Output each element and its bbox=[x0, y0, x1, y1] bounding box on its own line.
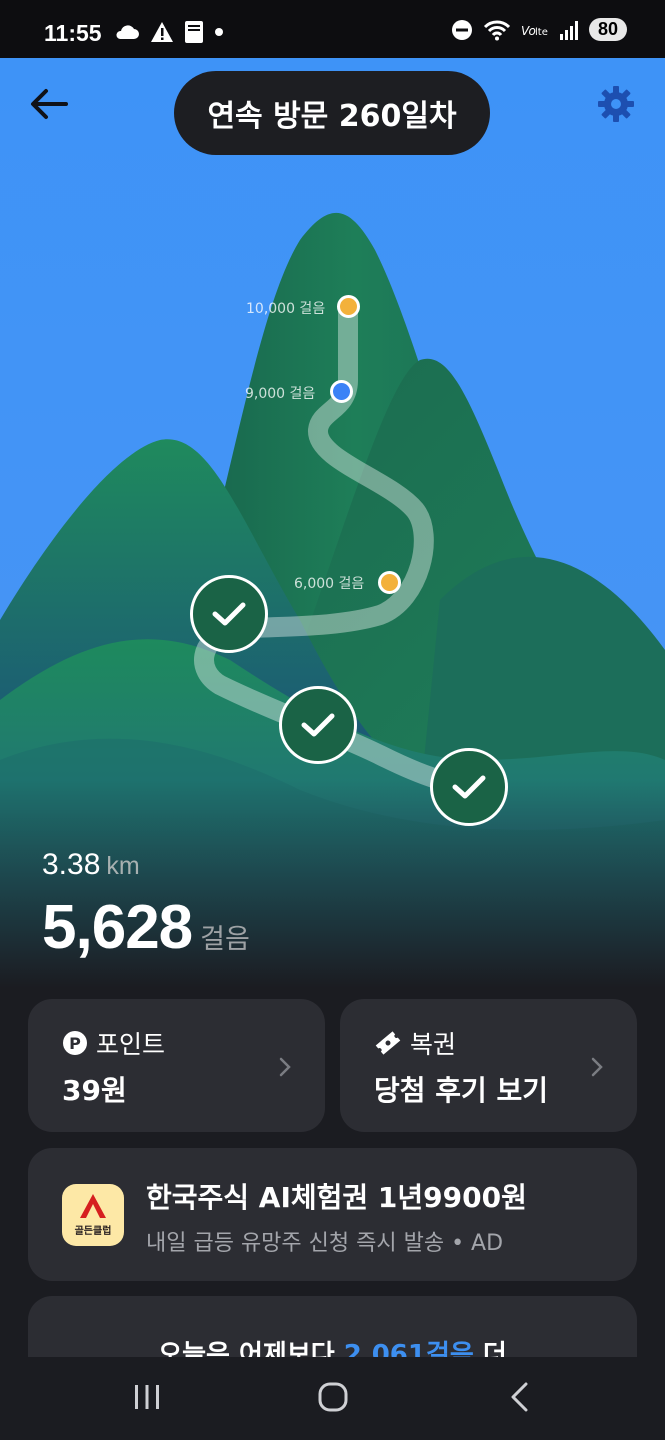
comparison-card[interactable]: 오늘은 어제보다 2,061걸음 더 bbox=[28, 1296, 637, 1357]
chevron-right-icon bbox=[279, 1057, 291, 1077]
do-not-disturb-icon bbox=[451, 19, 472, 40]
dot-icon bbox=[215, 28, 223, 36]
signal-icon bbox=[559, 20, 578, 40]
back-icon[interactable] bbox=[508, 1381, 532, 1413]
ad-logo-text: 골든클럽 bbox=[74, 1226, 112, 1237]
ad-card[interactable]: 골든클럽 한국주식 AI체험권 1년9900원 내일 급등 유망주 신청 즉시 … bbox=[28, 1148, 637, 1281]
comparison-highlight: 2,061걸음 bbox=[343, 1340, 474, 1357]
steps-value: 5,628 bbox=[42, 893, 193, 962]
settings-button[interactable] bbox=[596, 84, 636, 124]
goal-label-6000: 6,000 걸음 bbox=[294, 576, 365, 592]
arrow-left-icon bbox=[31, 89, 68, 119]
p-coin-icon: P bbox=[63, 1031, 87, 1055]
points-value: 39원 bbox=[62, 1074, 127, 1107]
distance-unit: km bbox=[106, 852, 140, 880]
battery-icon: 80 bbox=[588, 18, 627, 41]
distance-value: 3.38 bbox=[42, 848, 101, 881]
warning-icon bbox=[151, 22, 173, 42]
check-icon bbox=[301, 713, 335, 737]
checkpoint-completed bbox=[279, 686, 357, 764]
goal-dot-9000 bbox=[330, 380, 353, 403]
checkpoint-completed bbox=[430, 748, 508, 826]
chevron-right-icon bbox=[591, 1057, 603, 1077]
ad-title: 한국주식 AI체험권 1년9900원 bbox=[146, 1181, 527, 1214]
lottery-title-label: 복권 bbox=[410, 1030, 457, 1059]
goal-dot-6000 bbox=[378, 571, 401, 594]
back-button[interactable] bbox=[28, 86, 72, 122]
recent-apps-icon[interactable] bbox=[132, 1382, 162, 1412]
volte-icon: Vo lte bbox=[521, 24, 548, 38]
lottery-card[interactable]: 복권 당첨 후기 보기 bbox=[340, 999, 637, 1132]
svg-text:lte: lte bbox=[535, 27, 548, 38]
ad-logo: 골든클럽 bbox=[62, 1184, 124, 1246]
comparison-text-before: 오늘은 어제보다 bbox=[158, 1340, 344, 1357]
goal-label-9000: 9,000 걸음 bbox=[245, 386, 316, 402]
svg-text:Vo: Vo bbox=[521, 24, 536, 38]
gear-icon bbox=[598, 86, 634, 122]
status-icons-left bbox=[114, 20, 224, 44]
streak-badge: 연속 방문 260일차 bbox=[174, 71, 490, 155]
ad-subtitle: 내일 급등 유망주 신청 즉시 발송 • AD bbox=[146, 1231, 504, 1256]
holy-bible-icon bbox=[185, 21, 203, 43]
points-card[interactable]: P 포인트 39원 bbox=[28, 999, 325, 1132]
svg-text:P: P bbox=[69, 1034, 81, 1053]
ticket-icon bbox=[375, 1031, 401, 1055]
cloud-icon bbox=[116, 25, 139, 39]
comparison-text-after: 더 bbox=[473, 1340, 507, 1357]
wifi-icon bbox=[483, 20, 511, 40]
status-bar: 11:55 Vo lte 80 bbox=[0, 0, 665, 58]
comparison-text: 오늘은 어제보다 2,061걸음 더 bbox=[28, 1334, 637, 1357]
steps-display: 5,628 걸음 bbox=[42, 892, 250, 963]
checkpoint-completed bbox=[190, 575, 268, 653]
status-time: 11:55 bbox=[44, 20, 102, 46]
steps-unit: 걸음 bbox=[200, 924, 250, 954]
points-title: P 포인트 bbox=[62, 1025, 165, 1061]
points-title-label: 포인트 bbox=[96, 1030, 166, 1059]
distance-display: 3.38 km bbox=[42, 848, 140, 882]
lottery-title: 복권 bbox=[374, 1025, 456, 1061]
goal-label-10000: 10,000 걸음 bbox=[246, 301, 326, 317]
status-icons-right: Vo lte 80 bbox=[451, 18, 627, 41]
goal-dot-10000 bbox=[337, 295, 360, 318]
lottery-value: 당첨 후기 보기 bbox=[374, 1074, 549, 1107]
check-icon bbox=[452, 775, 486, 799]
check-icon bbox=[212, 602, 246, 626]
system-nav-bar bbox=[0, 1357, 665, 1440]
home-icon[interactable] bbox=[317, 1381, 349, 1413]
